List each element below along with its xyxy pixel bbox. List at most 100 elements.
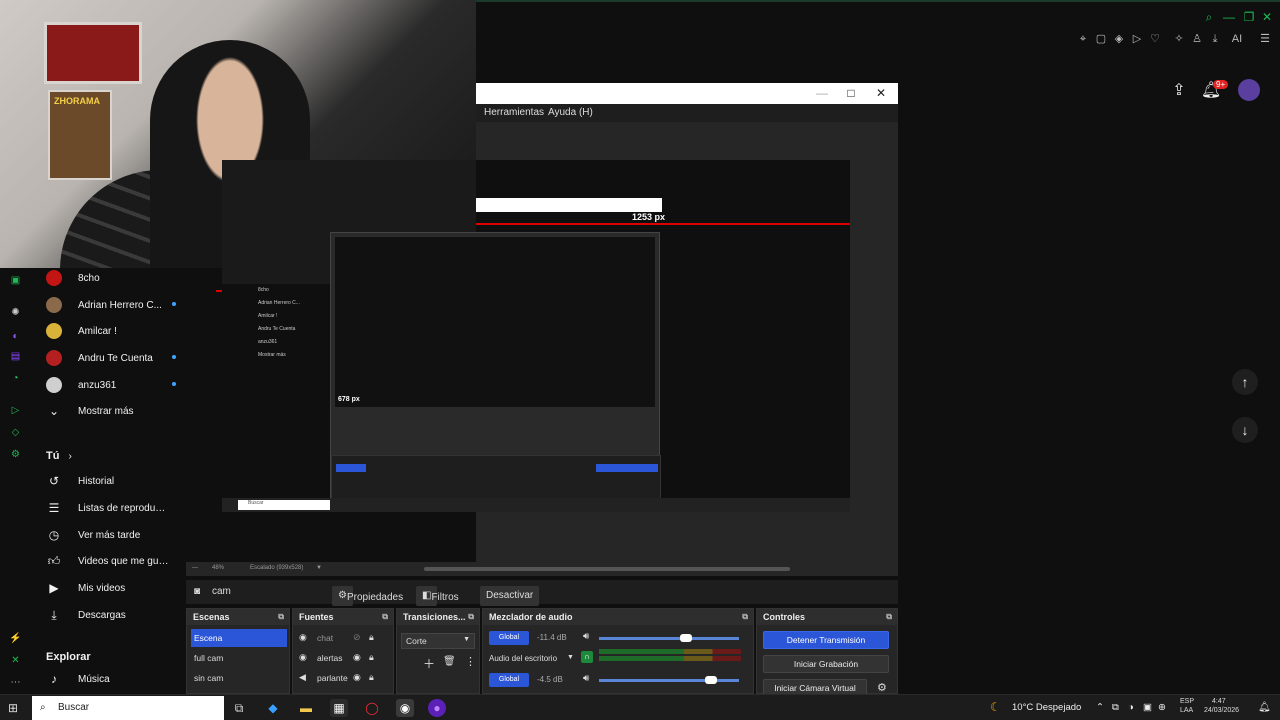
source-item[interactable]: ◉ chat ⊘ 🔒︎	[297, 629, 389, 647]
shield-icon[interactable]: ◈	[1112, 32, 1126, 46]
volume-knob[interactable]	[679, 634, 692, 642]
language-bottom[interactable]: LAA	[1180, 707, 1193, 714]
tab-icon[interactable]: ▢	[1094, 32, 1108, 46]
scene-item[interactable]: Escena	[191, 629, 287, 647]
transition-select[interactable]: Corte ▼	[401, 633, 475, 649]
taskbar-search[interactable]: ⌕ Buscar	[32, 696, 224, 720]
whatsapp-icon[interactable]: ◔	[9, 372, 22, 385]
gear-icon[interactable]: ⚙	[877, 681, 887, 694]
shortcut-icon[interactable]: ⚡	[9, 632, 22, 645]
settings-icon[interactable]: ⚙	[9, 448, 22, 461]
channel-avatar	[46, 350, 62, 366]
dropdown-icon[interactable]: ▼	[316, 565, 322, 571]
tray-icon[interactable]: ▣	[1143, 702, 1152, 713]
opera-icon[interactable]: ◯	[363, 699, 381, 717]
app-icon[interactable]: ▣	[9, 274, 22, 287]
source-item[interactable]: ◀ parlante ◉ 🔒︎	[297, 669, 389, 687]
lock-icon[interactable]: 🔒︎	[369, 632, 374, 643]
minimize-icon[interactable]: —	[814, 86, 830, 100]
undock-icon[interactable]: ⧉	[742, 612, 748, 622]
scroll-up-button[interactable]: ↑	[1232, 369, 1258, 395]
volume-slider[interactable]	[599, 679, 739, 682]
clock-date[interactable]: 24/03/2026	[1204, 707, 1239, 714]
play-icon[interactable]: ▷	[1130, 32, 1144, 46]
store-icon[interactable]: ▦	[330, 699, 348, 717]
clock-time[interactable]: 4:47	[1212, 698, 1226, 705]
profile-icon[interactable]: ♙	[1190, 32, 1204, 46]
eye-icon[interactable]: ◉	[353, 652, 361, 663]
chevron-down-icon[interactable]: ▼	[567, 654, 574, 661]
nested-taskbar: Buscar	[222, 498, 850, 512]
volume-icon[interactable]: 🔊︎	[583, 631, 589, 642]
menu-tools[interactable]: Herramientas	[484, 107, 544, 118]
weather-text[interactable]: 10°C Despejado	[1012, 702, 1081, 713]
pin-icon[interactable]: ⌖	[1076, 32, 1090, 46]
notifications-icon[interactable]: 🔔︎	[1258, 702, 1271, 713]
notification-badge: 9+	[1213, 80, 1229, 89]
filters-button[interactable]: ◧ Filtros	[416, 586, 459, 606]
music-icon: ♪	[51, 672, 57, 686]
audio-meter	[599, 649, 741, 654]
volume-knob[interactable]	[705, 676, 717, 684]
start-recording-button[interactable]: Iniciar Grabación	[763, 655, 889, 673]
you-section-title[interactable]: Tú ›	[46, 450, 72, 462]
eye-icon[interactable]: ◉	[353, 672, 361, 683]
download-icon[interactable]: ⤓	[1208, 32, 1222, 46]
more-icon[interactable]: ⋯	[9, 676, 22, 689]
volume-slider[interactable]	[599, 637, 739, 640]
minimize-icon[interactable]: —	[1222, 10, 1236, 24]
restore-icon[interactable]: ❐	[1242, 10, 1256, 24]
lock-icon[interactable]: 🔒︎	[369, 672, 374, 683]
upload-icon[interactable]: ⇪	[1168, 80, 1190, 102]
tray-icon[interactable]: ◑	[1128, 702, 1134, 713]
copilot-icon[interactable]: ◆	[264, 699, 282, 717]
properties-button[interactable]: ⚙ Propiedades	[332, 586, 403, 606]
windows-start-icon[interactable]: ⊞	[8, 701, 18, 715]
trash-icon[interactable]: 🗑︎	[443, 656, 456, 667]
chevron-up-icon[interactable]: ⌃	[1096, 702, 1104, 713]
discord-icon[interactable]: ◐	[9, 330, 22, 343]
extensions-icon[interactable]: ✧	[1172, 32, 1186, 46]
twitch-icon[interactable]: ▤	[9, 350, 22, 363]
obs-icon[interactable]: ◉	[396, 699, 414, 717]
preview-scrollbar[interactable]	[424, 567, 790, 571]
scroll-left-icon[interactable]: —	[192, 565, 198, 571]
stop-stream-button[interactable]: Detener Transmisión	[763, 631, 889, 649]
file-explorer-icon[interactable]: ▬	[297, 699, 315, 717]
avatar[interactable]	[1238, 79, 1260, 101]
volume-icon[interactable]: 🔊︎	[583, 673, 589, 684]
hidden-icon[interactable]: ⊘	[353, 632, 361, 643]
ai-button[interactable]: AI	[1226, 32, 1248, 46]
task-view-icon[interactable]: ⧉	[230, 699, 248, 717]
language-top[interactable]: ESP	[1180, 698, 1194, 705]
heart-icon[interactable]: ♡	[1148, 32, 1162, 46]
monitor-icon[interactable]: ∩	[581, 651, 593, 663]
maximize-icon[interactable]: □	[843, 86, 859, 100]
play-circle-icon[interactable]: ▷	[9, 404, 22, 417]
shortcut-icon[interactable]: ✕	[9, 654, 22, 667]
scene-item[interactable]: sin cam	[191, 669, 287, 687]
liked-videos-icon: 👍︎	[47, 554, 61, 568]
zoom-icon[interactable]: ⌕	[1202, 10, 1216, 24]
tray-icon[interactable]: ⧉	[1112, 702, 1119, 713]
browser-topbar: ⌕ — ❐ ✕ ⌖ ▢ ◈ ▷ ♡ ✧ ♙ ⤓ AI ☰	[476, 0, 1280, 70]
lock-icon[interactable]: 🔒︎	[369, 652, 374, 663]
close-icon[interactable]: ✕	[1260, 10, 1274, 24]
menu-icon[interactable]: ☰	[1258, 32, 1272, 46]
app-icon[interactable]: ●	[428, 699, 446, 717]
scene-item[interactable]: full cam	[191, 649, 287, 667]
source-item[interactable]: ◉ alertas ◉ 🔒︎	[297, 649, 389, 667]
openai-icon[interactable]: ✺	[9, 306, 22, 319]
undock-icon[interactable]: ⧉	[278, 612, 284, 622]
add-icon[interactable]: ＋	[423, 655, 435, 672]
undock-icon[interactable]: ⧉	[886, 612, 892, 622]
undock-icon[interactable]: ⧉	[382, 612, 388, 622]
close-icon[interactable]: ✕	[873, 86, 889, 100]
scroll-down-button[interactable]: ↓	[1232, 417, 1258, 443]
tray-icon[interactable]: ⊕	[1158, 702, 1166, 713]
more-icon[interactable]: ⋮	[465, 655, 476, 668]
deactivate-button[interactable]: Desactivar	[480, 586, 540, 606]
undock-icon[interactable]: ⧉	[468, 612, 474, 622]
menu-help[interactable]: Ayuda (H)	[548, 107, 593, 118]
send-icon[interactable]: ◇	[9, 426, 22, 439]
